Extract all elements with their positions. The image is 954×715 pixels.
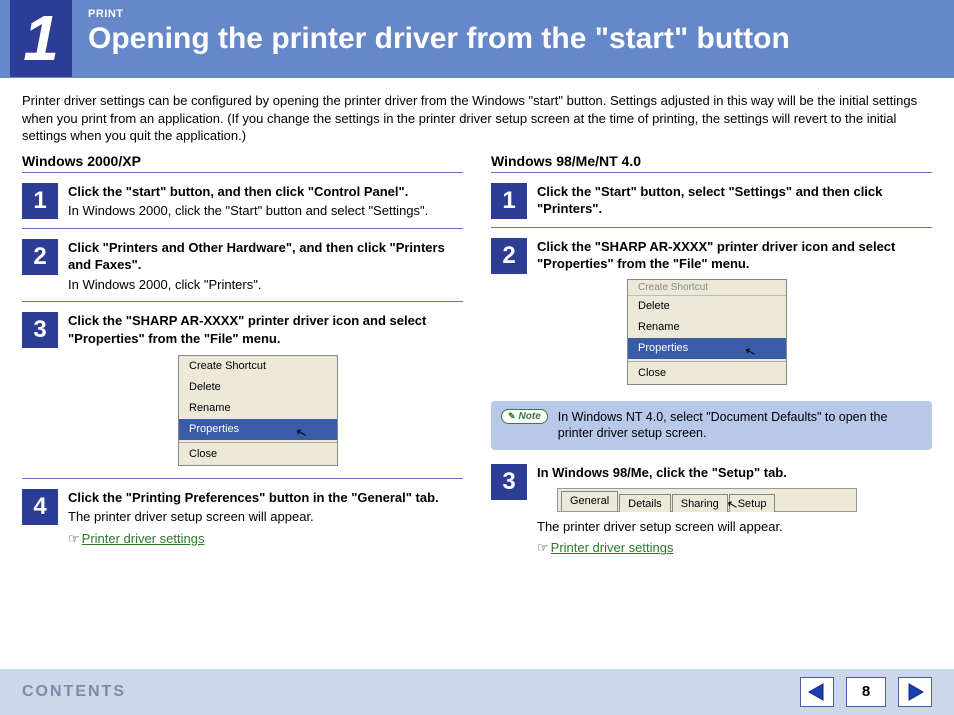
step-subtext: In Windows 2000, click the "Start" butto… (68, 202, 463, 220)
menu-item-delete: Delete (179, 377, 337, 398)
step-subtext: The printer driver setup screen will app… (68, 508, 463, 526)
context-menu-figure: Create Shortcut Delete Rename Properties… (627, 279, 787, 385)
note-callout: Note In Windows NT 4.0, select "Document… (491, 401, 932, 451)
next-page-button[interactable] (898, 677, 932, 707)
step-title: Click the "start" button, and then click… (68, 183, 463, 201)
note-text: In Windows NT 4.0, select "Document Defa… (558, 409, 922, 443)
cursor-icon: ↖ (743, 342, 758, 362)
menu-item-rename: Rename (628, 317, 786, 338)
prev-page-button[interactable] (800, 677, 834, 707)
triangle-right-icon (905, 682, 925, 702)
two-column-layout: Windows 2000/XP 1 Click the "start" butt… (0, 153, 954, 565)
step-number: 2 (22, 239, 58, 275)
step-title: Click the "Printing Preferences" button … (68, 489, 463, 507)
right-heading: Windows 98/Me/NT 4.0 (491, 153, 932, 173)
page-title: Opening the printer driver from the "sta… (88, 22, 790, 56)
step-title: Click the "SHARP AR-XXXX" printer driver… (537, 238, 932, 273)
menu-item-label: Properties (189, 423, 239, 435)
step-body: Click the "start" button, and then click… (68, 183, 463, 220)
intro-paragraph: Printer driver settings can be configure… (0, 80, 954, 153)
menu-item-label: Properties (638, 342, 688, 354)
printer-driver-settings-link[interactable]: Printer driver settings (82, 531, 205, 546)
step-number: 4 (22, 489, 58, 525)
step-number: 3 (491, 464, 527, 500)
left-step-3: 3 Click the "SHARP AR-XXXX" printer driv… (22, 312, 463, 478)
step-title: Click the "Start" button, select "Settin… (537, 183, 932, 218)
note-badge: Note (501, 409, 548, 424)
section-label: PRINT (88, 8, 790, 20)
left-column: Windows 2000/XP 1 Click the "start" butt… (22, 153, 463, 565)
page-footer: CONTENTS 8 (0, 667, 954, 715)
step-body: Click the "SHARP AR-XXXX" printer driver… (537, 238, 932, 389)
menu-item-create-shortcut: Create Shortcut (628, 280, 786, 297)
step-subtext: In Windows 2000, click "Printers". (68, 276, 463, 294)
contents-button[interactable]: CONTENTS (22, 683, 126, 701)
cross-reference: ☞Printer driver settings (68, 530, 463, 548)
step-number: 2 (491, 238, 527, 274)
reference-icon: ☞ (537, 540, 549, 555)
step-subtext: The printer driver setup screen will app… (537, 518, 932, 536)
chapter-header: 1 PRINT Opening the printer driver from … (0, 0, 954, 80)
tab-sharing: Sharing (672, 494, 728, 512)
reference-icon: ☞ (68, 531, 80, 546)
context-menu-figure: Create Shortcut Delete Rename Properties… (178, 355, 338, 465)
right-step-3: 3 In Windows 98/Me, click the "Setup" ta… (491, 464, 932, 565)
menu-item-properties: Properties ↖ (628, 338, 786, 359)
step-body: Click the "Printing Preferences" button … (68, 489, 463, 548)
left-step-4: 4 Click the "Printing Preferences" butto… (22, 489, 463, 556)
chapter-number: 1 (10, 0, 72, 77)
header-text-block: PRINT Opening the printer driver from th… (88, 8, 790, 56)
step-number: 3 (22, 312, 58, 348)
tab-details: Details (619, 494, 671, 512)
step-body: Click the "Start" button, select "Settin… (537, 183, 932, 219)
right-step-2: 2 Click the "SHARP AR-XXXX" printer driv… (491, 238, 932, 389)
step-body: Click "Printers and Other Hardware", and… (68, 239, 463, 294)
menu-item-rename: Rename (179, 398, 337, 419)
step-number: 1 (491, 183, 527, 219)
step-title: Click "Printers and Other Hardware", and… (68, 239, 463, 274)
cross-reference: ☞Printer driver settings (537, 539, 932, 557)
step-title: Click the "SHARP AR-XXXX" printer driver… (68, 312, 463, 347)
menu-item-close: Close (179, 442, 337, 465)
step-title: In Windows 98/Me, click the "Setup" tab. (537, 464, 932, 482)
right-step-1: 1 Click the "Start" button, select "Sett… (491, 183, 932, 228)
left-step-1: 1 Click the "start" button, and then cli… (22, 183, 463, 229)
page-number: 8 (846, 677, 886, 707)
tab-general: General (561, 491, 618, 511)
step-body: Click the "SHARP AR-XXXX" printer driver… (68, 312, 463, 469)
left-step-2: 2 Click "Printers and Other Hardware", a… (22, 239, 463, 303)
right-column: Windows 98/Me/NT 4.0 1 Click the "Start"… (491, 153, 932, 565)
step-number: 1 (22, 183, 58, 219)
footer-nav: 8 (800, 677, 932, 707)
step-body: In Windows 98/Me, click the "Setup" tab.… (537, 464, 932, 557)
tab-bar-figure: General Details Sharing Setup ↖ (557, 488, 857, 512)
menu-item-close: Close (628, 361, 786, 384)
triangle-left-icon (807, 682, 827, 702)
menu-item-create-shortcut: Create Shortcut (179, 356, 337, 377)
menu-item-delete: Delete (628, 296, 786, 317)
left-heading: Windows 2000/XP (22, 153, 463, 173)
printer-driver-settings-link[interactable]: Printer driver settings (551, 540, 674, 555)
cursor-icon: ↖ (294, 423, 309, 443)
menu-item-properties: Properties ↖ (179, 419, 337, 440)
